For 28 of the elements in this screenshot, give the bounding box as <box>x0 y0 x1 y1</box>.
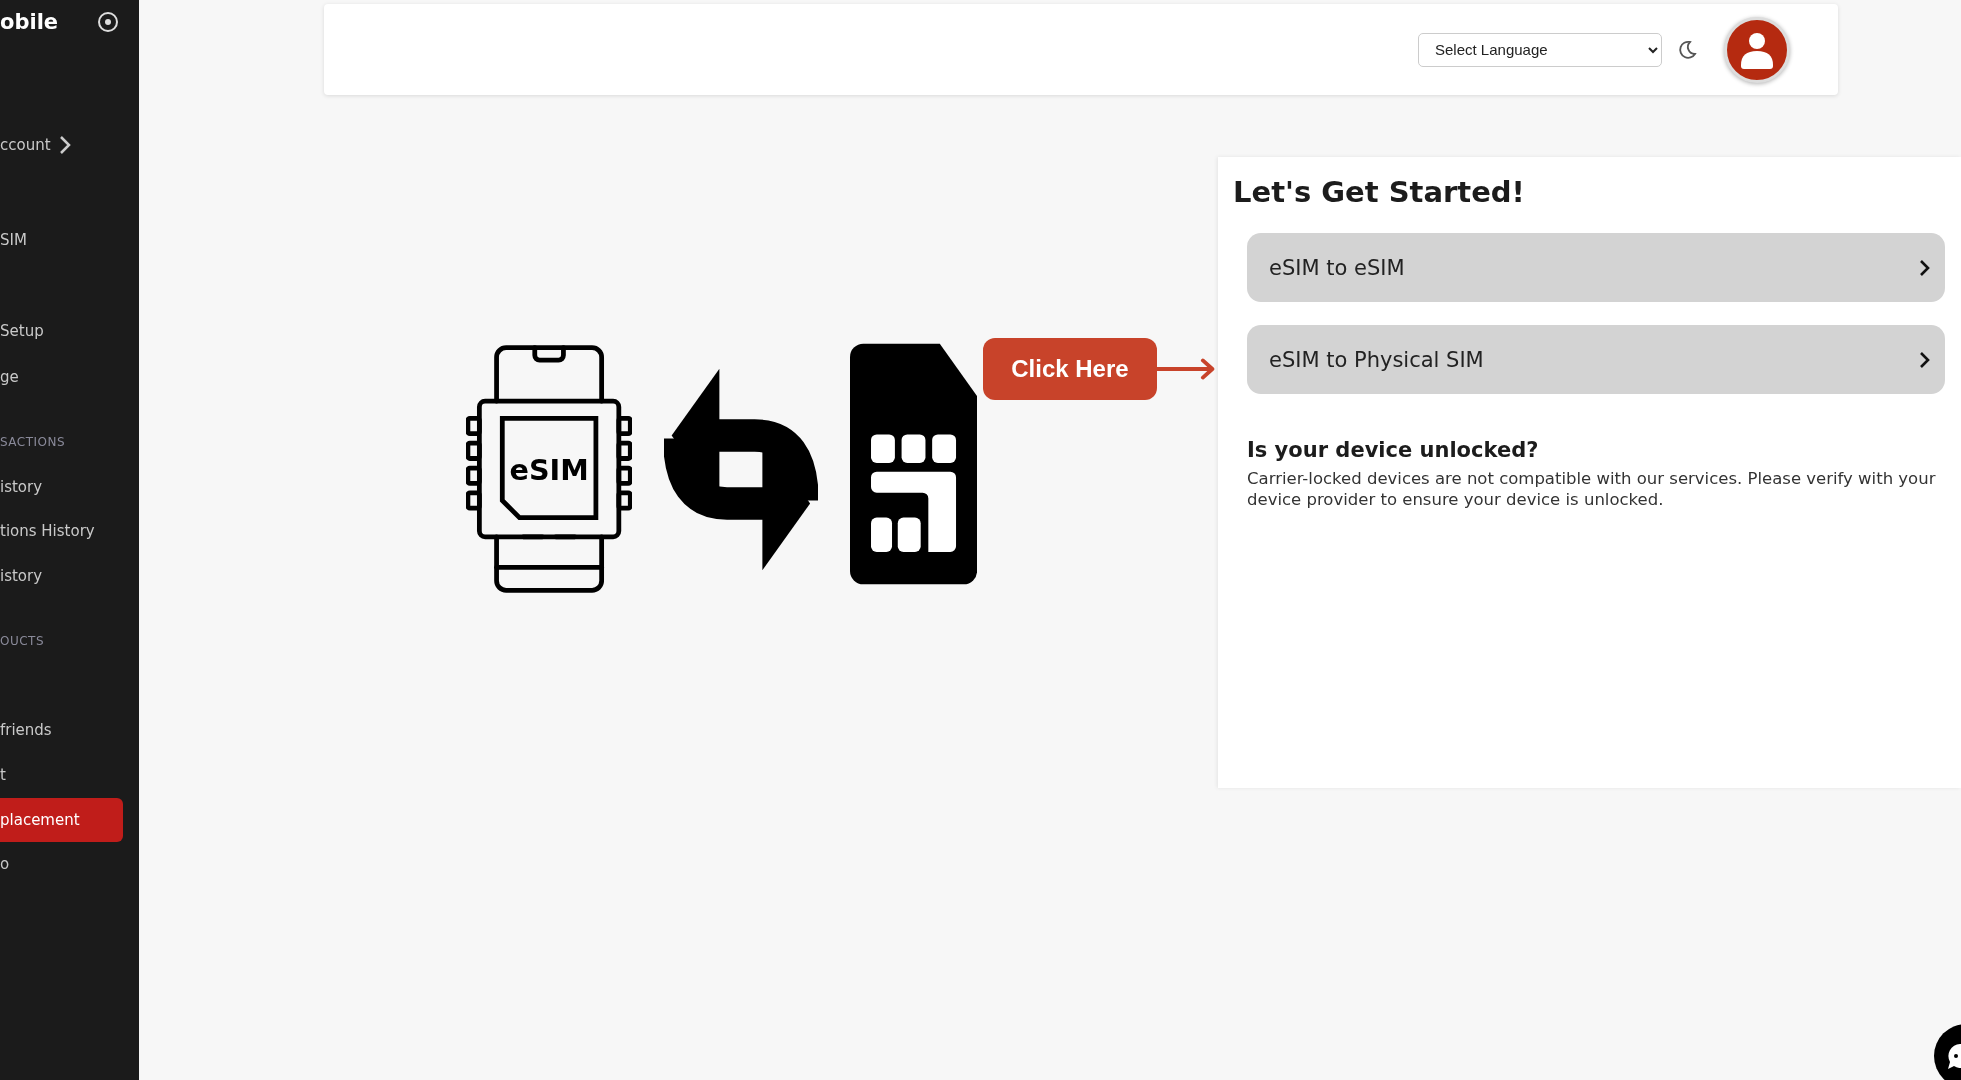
chevron-right-icon <box>1919 350 1931 369</box>
notice-text: Carrier-locked devices are not compatible with our services. Please verify with your device provider to ensure your device is unlocked. <box>1247 468 1937 511</box>
avatar[interactable] <box>1724 16 1790 83</box>
moon-icon[interactable] <box>1676 38 1698 61</box>
sidebar-item[interactable]: friends <box>0 708 123 752</box>
chevron-right-icon <box>1919 258 1931 277</box>
section-heading: SACTIONS <box>0 434 67 451</box>
language-select[interactable]: Select Language <box>1418 32 1662 67</box>
option-button[interactable]: eSIM to eSIM <box>1247 233 1945 302</box>
target-icon[interactable] <box>97 11 119 33</box>
sidebar-item[interactable]: SIM <box>0 218 123 262</box>
sidebar-item[interactable]: t <box>0 753 123 797</box>
card-title: Let's Get Started! <box>1233 175 1526 209</box>
notice-title: Is your device unlocked? <box>1247 438 1540 462</box>
sidebar-item[interactable]: ccount <box>0 123 123 167</box>
sidebar-item[interactable]: o <box>0 842 123 886</box>
sidebar-item[interactable]: ge <box>0 355 123 399</box>
esim-phone-drawing: eSIM <box>466 338 633 600</box>
sidebar-item[interactable]: Setup <box>0 309 123 353</box>
section-heading: OUCTS <box>0 633 46 650</box>
sidebar-item[interactable]: tions History <box>0 509 123 553</box>
click-here-callout: Click Here <box>983 338 1157 400</box>
user-icon <box>1739 30 1775 69</box>
sidebar-item[interactable]: istory <box>0 465 123 509</box>
sidebar-item[interactable]: placement <box>0 798 123 842</box>
sidebar-item[interactable]: istory <box>0 554 123 598</box>
brand-name: obile <box>0 10 59 34</box>
option-button[interactable]: eSIM to Physical SIM <box>1247 325 1945 394</box>
